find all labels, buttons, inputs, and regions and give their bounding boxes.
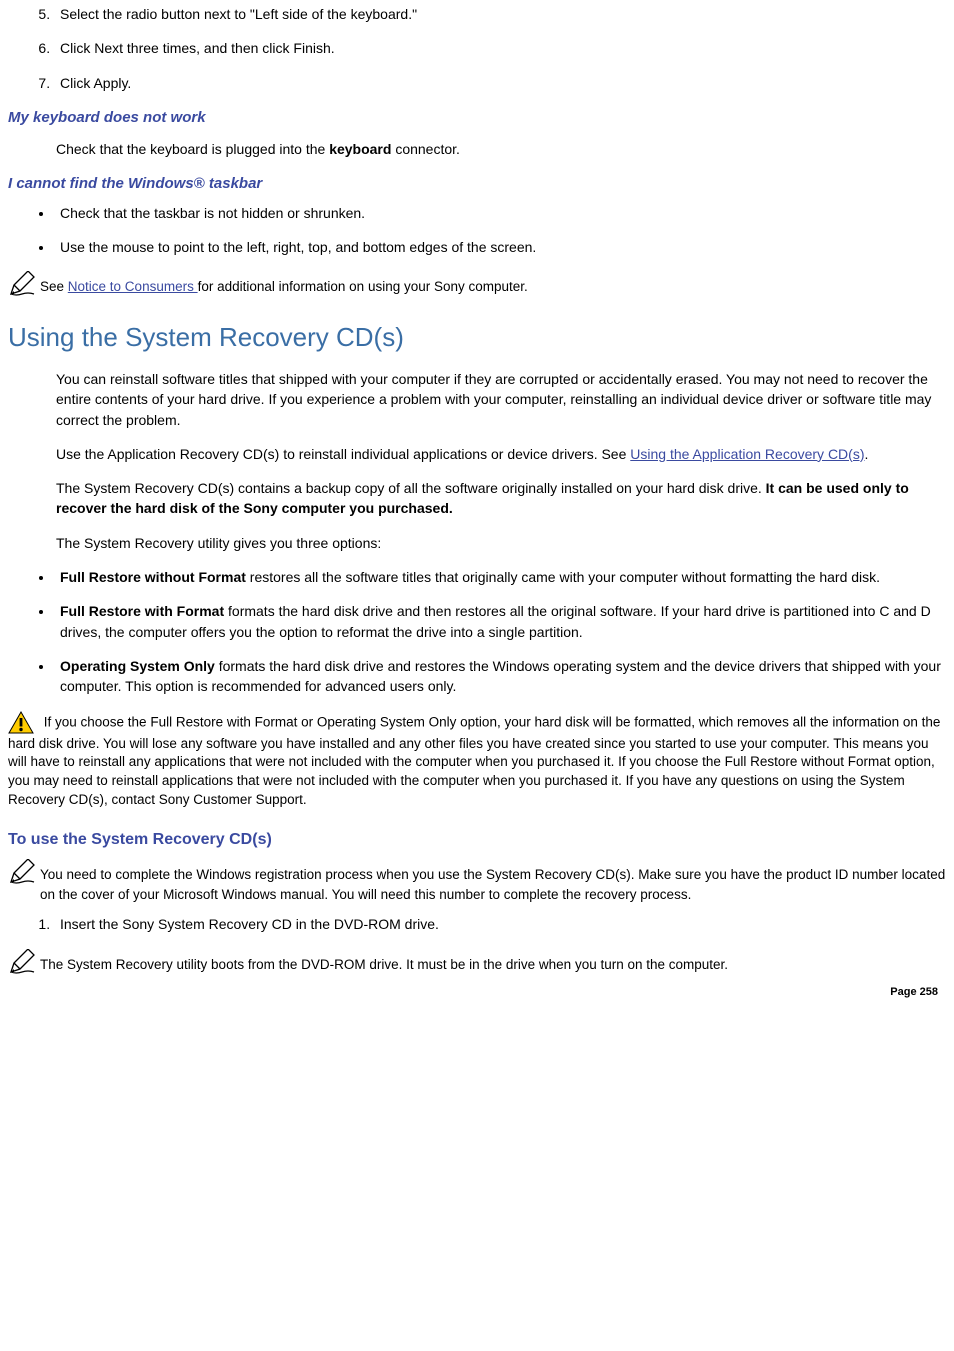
heading-to-use-recovery: To use the System Recovery CD(s) — [8, 828, 946, 851]
note-text: See Notice to Consumers for additional i… — [40, 271, 946, 297]
list-item: Check that the taskbar is not hidden or … — [54, 203, 946, 223]
text: . — [865, 446, 869, 462]
text: The System Recovery CD(s) contains a bac… — [56, 480, 766, 496]
heading-system-recovery: Using the System Recovery CD(s) — [8, 319, 946, 357]
text: for additional information on using your… — [198, 279, 528, 294]
bullet-list: Check that the taskbar is not hidden or … — [8, 203, 946, 258]
link-app-recovery-cd[interactable]: Using the Application Recovery CD(s) — [630, 446, 864, 462]
list-item: Use the mouse to point to the left, righ… — [54, 237, 946, 257]
step-item: Insert the Sony System Recovery CD in th… — [54, 914, 946, 934]
note-text: You need to complete the Windows registr… — [40, 859, 946, 904]
paragraph: The System Recovery utility gives you th… — [56, 533, 946, 553]
step-item: Select the radio button next to "Left si… — [54, 4, 946, 24]
page-number: Page 258 — [8, 985, 938, 1001]
text: restores all the software titles that or… — [246, 569, 880, 585]
paragraph: You can reinstall software titles that s… — [56, 369, 946, 430]
step-item: Click Apply. — [54, 73, 946, 93]
heading-keyboard-not-work: My keyboard does not work — [8, 107, 946, 129]
pencil-icon — [8, 949, 36, 975]
list-item: Full Restore without Format restores all… — [54, 567, 946, 587]
list-item: Full Restore with Format formats the har… — [54, 601, 946, 642]
link-notice-consumers[interactable]: Notice to Consumers — [68, 279, 198, 294]
warning-text: If you choose the Full Restore with Form… — [8, 714, 940, 807]
note-block: The System Recovery utility boots from t… — [8, 949, 946, 975]
numbered-steps-continued: Select the radio button next to "Left si… — [8, 4, 946, 93]
text-bold: Full Restore without Format — [60, 569, 246, 585]
text-bold: Operating System Only — [60, 658, 215, 674]
text-bold: keyboard — [329, 141, 391, 157]
options-list: Full Restore without Format restores all… — [8, 567, 946, 696]
step-item: Click Next three times, and then click F… — [54, 38, 946, 58]
note-block: You need to complete the Windows registr… — [8, 859, 946, 904]
warning-icon — [8, 711, 34, 735]
pencil-icon — [8, 859, 36, 885]
paragraph: The System Recovery CD(s) contains a bac… — [56, 478, 946, 519]
note-block: See Notice to Consumers for additional i… — [8, 271, 946, 297]
heading-taskbar: I cannot find the Windows® taskbar — [8, 173, 946, 195]
text-bold: Full Restore with Format — [60, 603, 224, 619]
warning-block: If you choose the Full Restore with Form… — [8, 711, 946, 811]
note-text: The System Recovery utility boots from t… — [40, 949, 946, 975]
pencil-icon — [8, 271, 36, 297]
recovery-steps: Insert the Sony System Recovery CD in th… — [8, 914, 946, 934]
text: connector. — [391, 141, 460, 157]
list-item: Operating System Only formats the hard d… — [54, 656, 946, 697]
text: Check that the keyboard is plugged into … — [56, 141, 329, 157]
text: Use the Application Recovery CD(s) to re… — [56, 446, 630, 462]
paragraph: Use the Application Recovery CD(s) to re… — [56, 444, 946, 464]
text: See — [40, 279, 68, 294]
paragraph: Check that the keyboard is plugged into … — [56, 139, 946, 159]
